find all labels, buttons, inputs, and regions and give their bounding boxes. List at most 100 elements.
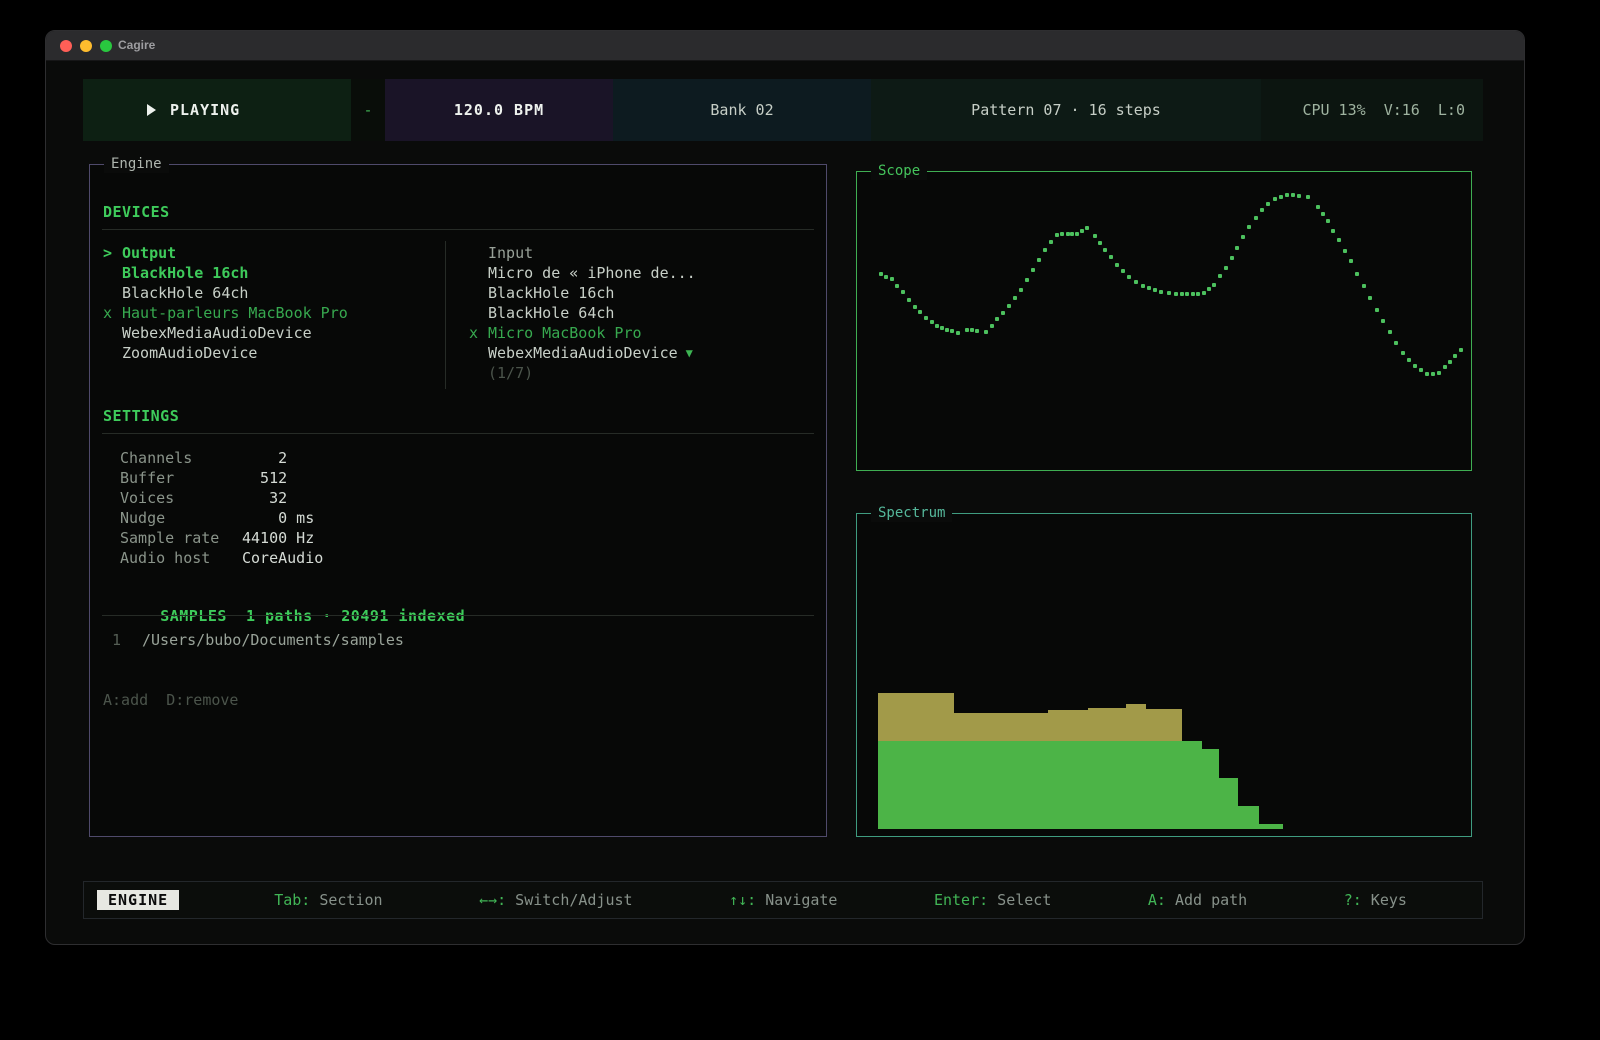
scope-sample-dot xyxy=(901,290,905,294)
sample-path-row[interactable]: 1/Users/bubo/Documents/samples xyxy=(90,630,790,650)
setting-row[interactable]: Nudge 0 ms xyxy=(103,508,503,528)
scope-sample-dot xyxy=(895,284,899,288)
scope-sample-dot xyxy=(913,305,917,309)
scope-panel-title: Scope xyxy=(871,163,927,180)
device-item[interactable]: xMicro MacBook Pro xyxy=(469,323,819,343)
device-marker: x xyxy=(103,303,122,323)
spectrum-bar xyxy=(1219,778,1239,829)
footer-bar: ENGINE Tab: Section←→: Switch/Adjust↑↓: … xyxy=(83,881,1483,919)
device-item[interactable]: BlackHole 16ch xyxy=(103,263,453,283)
setting-value: 32 xyxy=(242,488,287,508)
device-item[interactable]: BlackHole 64ch xyxy=(103,283,453,303)
divider xyxy=(102,615,814,616)
scope-sample-dot xyxy=(970,328,974,332)
scope-sample-dot xyxy=(1297,194,1301,198)
setting-label: Sample rate xyxy=(120,528,242,548)
scope-sample-dot xyxy=(1343,249,1347,253)
device-item[interactable]: xHaut-parleurs MacBook Pro xyxy=(103,303,453,323)
scope-panel: Scope xyxy=(856,171,1472,471)
scope-sample-dot xyxy=(1279,195,1283,199)
bpm-display[interactable]: 120.0 BPM xyxy=(385,79,613,141)
scope-sample-dot xyxy=(1174,292,1178,296)
scope-sample-dot xyxy=(995,317,999,321)
device-marker: > xyxy=(103,243,122,263)
spectrum-peak-hold xyxy=(1048,710,1088,741)
scope-sample-dot xyxy=(1306,195,1310,199)
spectrum-bar xyxy=(954,741,1049,829)
device-column-header[interactable]: >Output xyxy=(103,243,453,263)
device-item[interactable]: WebexMediaAudioDevice▼ xyxy=(469,343,819,363)
scope-sample-dot xyxy=(950,329,954,333)
setting-label: Audio host xyxy=(120,548,242,568)
device-item[interactable]: BlackHole 16ch xyxy=(469,283,819,303)
scope-sample-dot xyxy=(940,326,944,330)
bank-display[interactable]: Bank 02 xyxy=(613,79,871,141)
sample-path-list: 1/Users/bubo/Documents/samples xyxy=(90,630,790,650)
setting-value: CoreAudio xyxy=(242,548,323,568)
scope-waveform xyxy=(863,182,1465,458)
spectrum-bar xyxy=(1088,741,1125,829)
scope-sample-dot xyxy=(1368,296,1372,300)
spectrum-peak-hold xyxy=(878,693,954,741)
close-button[interactable] xyxy=(60,40,72,52)
scope-sample-dot xyxy=(1419,368,1423,372)
scope-sample-dot xyxy=(1285,193,1289,197)
setting-label: Channels xyxy=(120,448,242,468)
window-title: Cagire xyxy=(118,38,155,52)
scope-sample-dot xyxy=(1001,311,1005,315)
scope-sample-dot xyxy=(1401,351,1405,355)
scope-sample-dot xyxy=(1331,229,1335,233)
device-item[interactable]: WebexMediaAudioDevice xyxy=(103,323,453,343)
scope-sample-dot xyxy=(1425,372,1429,376)
key-hint: Tab: Section xyxy=(274,891,382,909)
mode-badge: ENGINE xyxy=(97,890,179,910)
transport-status[interactable]: PLAYING xyxy=(83,79,351,141)
scope-sample-dot xyxy=(1147,286,1151,290)
scope-sample-dot xyxy=(1013,296,1017,300)
device-marker xyxy=(469,363,488,383)
scope-sample-dot xyxy=(1459,348,1463,352)
scope-sample-dot xyxy=(935,324,939,328)
scope-sample-dot xyxy=(945,328,949,332)
scope-sample-dot xyxy=(1260,208,1264,212)
scope-sample-dot xyxy=(1247,225,1251,229)
device-marker xyxy=(103,343,122,363)
scope-sample-dot xyxy=(1212,283,1216,287)
scope-sample-dot xyxy=(1025,278,1029,282)
scope-sample-dot xyxy=(1443,365,1447,369)
scope-sample-dot xyxy=(1207,287,1211,291)
zoom-button[interactable] xyxy=(100,40,112,52)
device-item[interactable]: Micro de « iPhone de... xyxy=(469,263,819,283)
setting-value: 44100 Hz xyxy=(242,528,314,548)
device-item: (1/7) xyxy=(469,363,819,383)
setting-row[interactable]: Sample rate44100 Hz xyxy=(103,528,503,548)
setting-row[interactable]: Voices 32 xyxy=(103,488,503,508)
spectrum-chart xyxy=(859,516,1469,834)
setting-row[interactable]: Audio hostCoreAudio xyxy=(103,548,503,568)
scope-sample-dot xyxy=(1230,256,1234,260)
device-item[interactable]: BlackHole 64ch xyxy=(469,303,819,323)
scope-sample-dot xyxy=(1127,275,1131,279)
setting-row[interactable]: Buffer 512 xyxy=(103,468,503,488)
device-column-header[interactable]: Input xyxy=(469,243,819,263)
setting-label: Nudge xyxy=(120,508,242,528)
pattern-display[interactable]: Pattern 07 · 16 steps xyxy=(871,79,1261,141)
minimize-button[interactable] xyxy=(80,40,92,52)
scope-sample-dot xyxy=(1093,234,1097,238)
scope-sample-dot xyxy=(907,298,911,302)
output-device-list: >Output BlackHole 16ch BlackHole 64chxHa… xyxy=(103,243,453,363)
spectrum-bar xyxy=(1259,824,1283,829)
scope-sample-dot xyxy=(1060,232,1064,236)
scope-sample-dot xyxy=(1115,263,1119,267)
play-icon xyxy=(147,104,156,116)
setting-row[interactable]: Channels 2 xyxy=(103,448,503,468)
scope-sample-dot xyxy=(1375,308,1379,312)
scope-sample-dot xyxy=(1066,232,1070,236)
device-item[interactable]: ZoomAudioDevice xyxy=(103,343,453,363)
dropdown-arrow-icon: ▼ xyxy=(686,343,693,363)
scope-sample-dot xyxy=(1049,240,1053,244)
scope-sample-dot xyxy=(1235,246,1239,250)
device-label: BlackHole 16ch xyxy=(488,283,614,303)
scope-sample-dot xyxy=(975,329,979,333)
spectrum-bar xyxy=(1048,741,1088,829)
